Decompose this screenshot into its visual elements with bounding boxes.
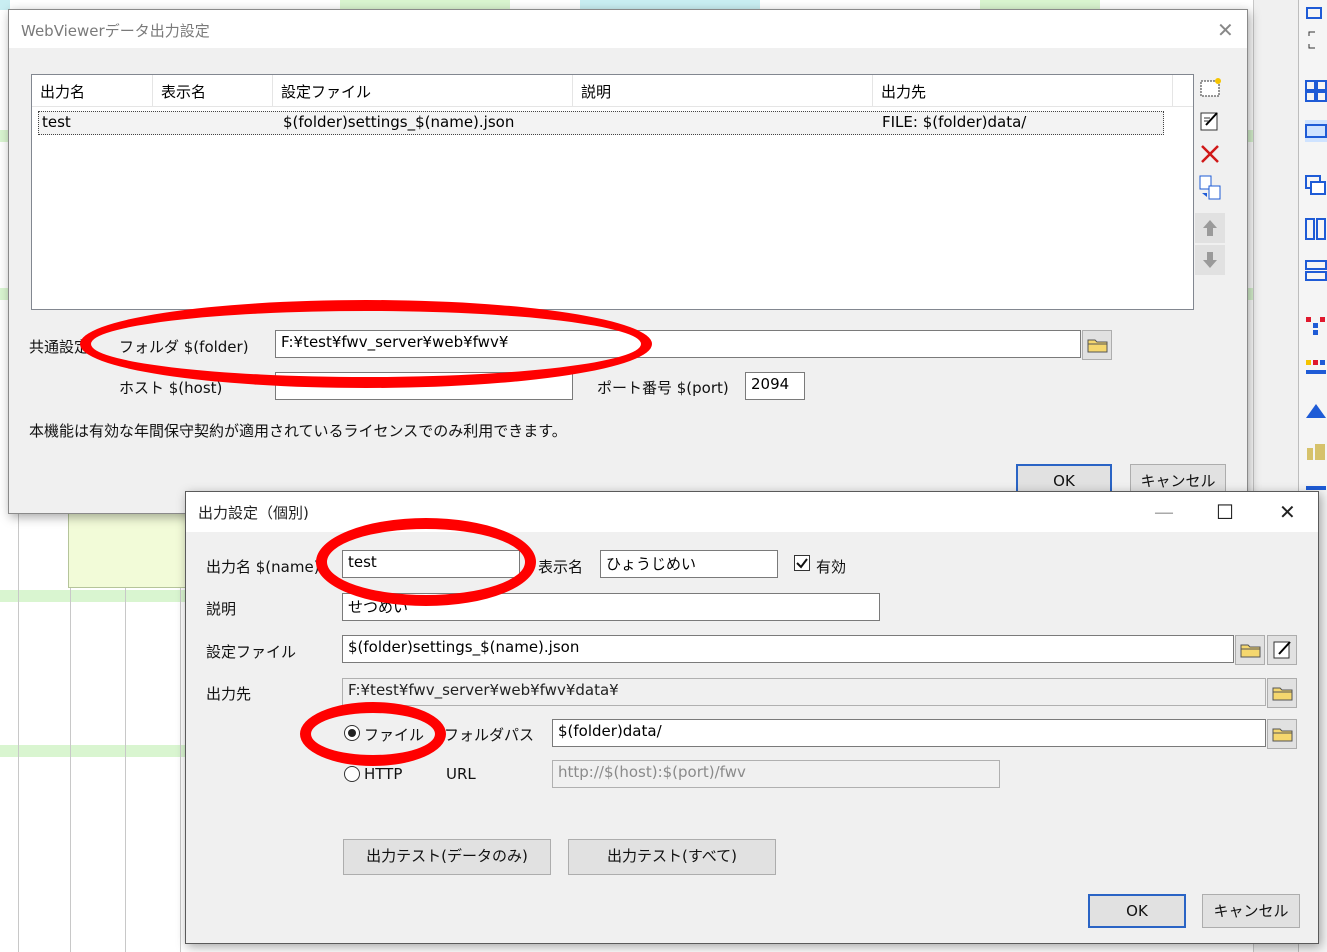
url-input: http://$(host):$(port)/fwv <box>552 760 1000 788</box>
test-all-button[interactable]: 出力テスト(すべて) <box>568 839 776 875</box>
enabled-label: 有効 <box>816 558 847 576</box>
sub-cancel-button[interactable]: キャンセル <box>1202 894 1300 928</box>
toolbar-rows-icon[interactable] <box>1305 260 1327 282</box>
port-input[interactable]: 2094 <box>745 372 805 400</box>
close-icon[interactable]: ✕ <box>1217 18 1234 42</box>
output-dest-display: F:¥test¥fwv_server¥web¥fwv¥data¥ <box>342 678 1266 706</box>
sub-dialog-title: 出力設定（個別) <box>198 504 309 522</box>
name-label: 出力名 $(name) <box>206 558 320 576</box>
new-item-icon <box>1200 78 1221 97</box>
browse-settings-button[interactable] <box>1235 635 1265 665</box>
column-header-output[interactable]: 出力先 <box>873 75 1173 107</box>
description-input[interactable]: せつめい <box>342 593 880 621</box>
output-item-settings-dialog: 出力設定（個別) — ☐ ✕ 出力名 $(name) test 表示名 ひょうじ… <box>185 491 1319 944</box>
folder-input[interactable]: F:¥test¥fwv_server¥web¥fwv¥ <box>275 330 1081 358</box>
bg-grid-line <box>18 500 19 952</box>
table-row[interactable]: test $(folder)settings_$(name).json FILE… <box>38 111 1164 135</box>
host-input[interactable] <box>275 372 573 400</box>
description-label: 説明 <box>206 600 237 618</box>
toolbar-bar-icon[interactable] <box>1305 440 1327 462</box>
delete-item-button[interactable] <box>1195 139 1225 169</box>
toolbar-corner-icon[interactable] <box>1305 30 1327 52</box>
sub-ok-button[interactable]: OK <box>1088 894 1186 928</box>
output-dest-label: 出力先 <box>206 685 252 703</box>
toolbar-frame-icon[interactable] <box>1305 4 1327 26</box>
toolbar-triangle-icon[interactable] <box>1305 400 1327 422</box>
folder-icon <box>1087 339 1108 353</box>
new-item-button[interactable] <box>1195 73 1225 103</box>
toolbar-grid-icon[interactable] <box>1305 80 1327 102</box>
dialog-title: WebViewerデータ出力設定 <box>21 22 210 40</box>
browse-folder-button[interactable] <box>1082 330 1112 360</box>
toolbar-panel-icon[interactable] <box>1305 120 1327 142</box>
radio-file-label[interactable]: ファイル <box>364 724 424 745</box>
maximize-icon[interactable]: ☐ <box>1216 500 1234 524</box>
edit-icon <box>1273 641 1291 659</box>
column-header-settings[interactable]: 設定ファイル <box>273 75 573 107</box>
arrow-up-icon <box>1203 220 1217 236</box>
folder-icon <box>1272 728 1293 742</box>
checkmark-icon <box>796 558 808 569</box>
column-header-description[interactable]: 説明 <box>573 75 873 107</box>
folder-path-input[interactable]: $(folder)data/ <box>552 719 1266 747</box>
test-data-only-button[interactable]: 出力テスト(データのみ) <box>343 839 551 875</box>
list-header: 出力名 表示名 設定ファイル 説明 出力先 <box>32 75 1193 107</box>
enabled-checkbox[interactable] <box>794 555 810 571</box>
settings-file-label: 設定ファイル <box>206 643 297 661</box>
sub-title-bar: 出力設定（個別) — ☐ ✕ <box>186 492 1318 532</box>
radio-http[interactable] <box>344 766 360 782</box>
copy-icon <box>1199 175 1221 200</box>
arrow-down-icon <box>1203 252 1217 268</box>
folder-icon <box>1272 687 1293 701</box>
radio-http-label[interactable]: HTTP <box>364 765 402 783</box>
folder-icon <box>1240 644 1261 658</box>
copy-item-button[interactable] <box>1195 172 1225 202</box>
minimize-icon[interactable]: — <box>1154 500 1174 524</box>
name-input[interactable]: test <box>342 550 520 578</box>
webviewer-output-settings-dialog: WebViewerデータ出力設定 ✕ 出力名 表示名 設定ファイル 説明 出力先… <box>8 9 1248 514</box>
toolbar-columns-icon[interactable] <box>1305 218 1327 240</box>
browse-folder-path-button[interactable] <box>1267 719 1297 749</box>
edit-icon <box>1200 112 1218 131</box>
output-list[interactable]: 出力名 表示名 設定ファイル 説明 出力先 test $(folder)sett… <box>31 74 1194 310</box>
move-down-button[interactable] <box>1195 245 1225 275</box>
license-notice: 本機能は有効な年間保守契約が適用されているライセンスでのみ利用できます。 <box>29 422 567 440</box>
toolbar-dots-icon[interactable] <box>1305 358 1327 380</box>
port-label: ポート番号 $(port) <box>597 379 729 397</box>
radio-file[interactable] <box>344 725 360 741</box>
column-header-name[interactable]: 出力名 <box>32 75 153 107</box>
cell-name: test <box>42 113 71 131</box>
delete-icon <box>1201 145 1219 163</box>
display-name-input[interactable]: ひょうじめい <box>600 550 778 578</box>
edit-item-button[interactable] <box>1195 106 1225 136</box>
folder-path-label: フォルダパス <box>444 726 535 744</box>
host-label: ホスト $(host) <box>119 379 223 397</box>
folder-label: フォルダ $(folder) <box>119 338 249 356</box>
toolbar-cascade-icon[interactable] <box>1305 175 1327 197</box>
browse-output-button[interactable] <box>1267 678 1297 708</box>
column-header-display[interactable]: 表示名 <box>153 75 273 107</box>
settings-file-input[interactable]: $(folder)settings_$(name).json <box>342 635 1234 663</box>
bg-shape <box>68 512 188 588</box>
display-name-label: 表示名 <box>538 558 584 576</box>
cell-output: FILE: $(folder)data/ <box>882 113 1027 131</box>
common-settings-label: 共通設定 <box>29 338 90 356</box>
move-up-button[interactable] <box>1195 213 1225 243</box>
edit-settings-button[interactable] <box>1267 635 1297 665</box>
title-bar: WebViewerデータ出力設定 ✕ <box>9 10 1247 48</box>
url-label: URL <box>446 765 476 783</box>
close-icon[interactable]: ✕ <box>1279 500 1296 524</box>
toolbar-chart-icon[interactable] <box>1305 315 1327 337</box>
cell-settings: $(folder)settings_$(name).json <box>283 113 515 131</box>
